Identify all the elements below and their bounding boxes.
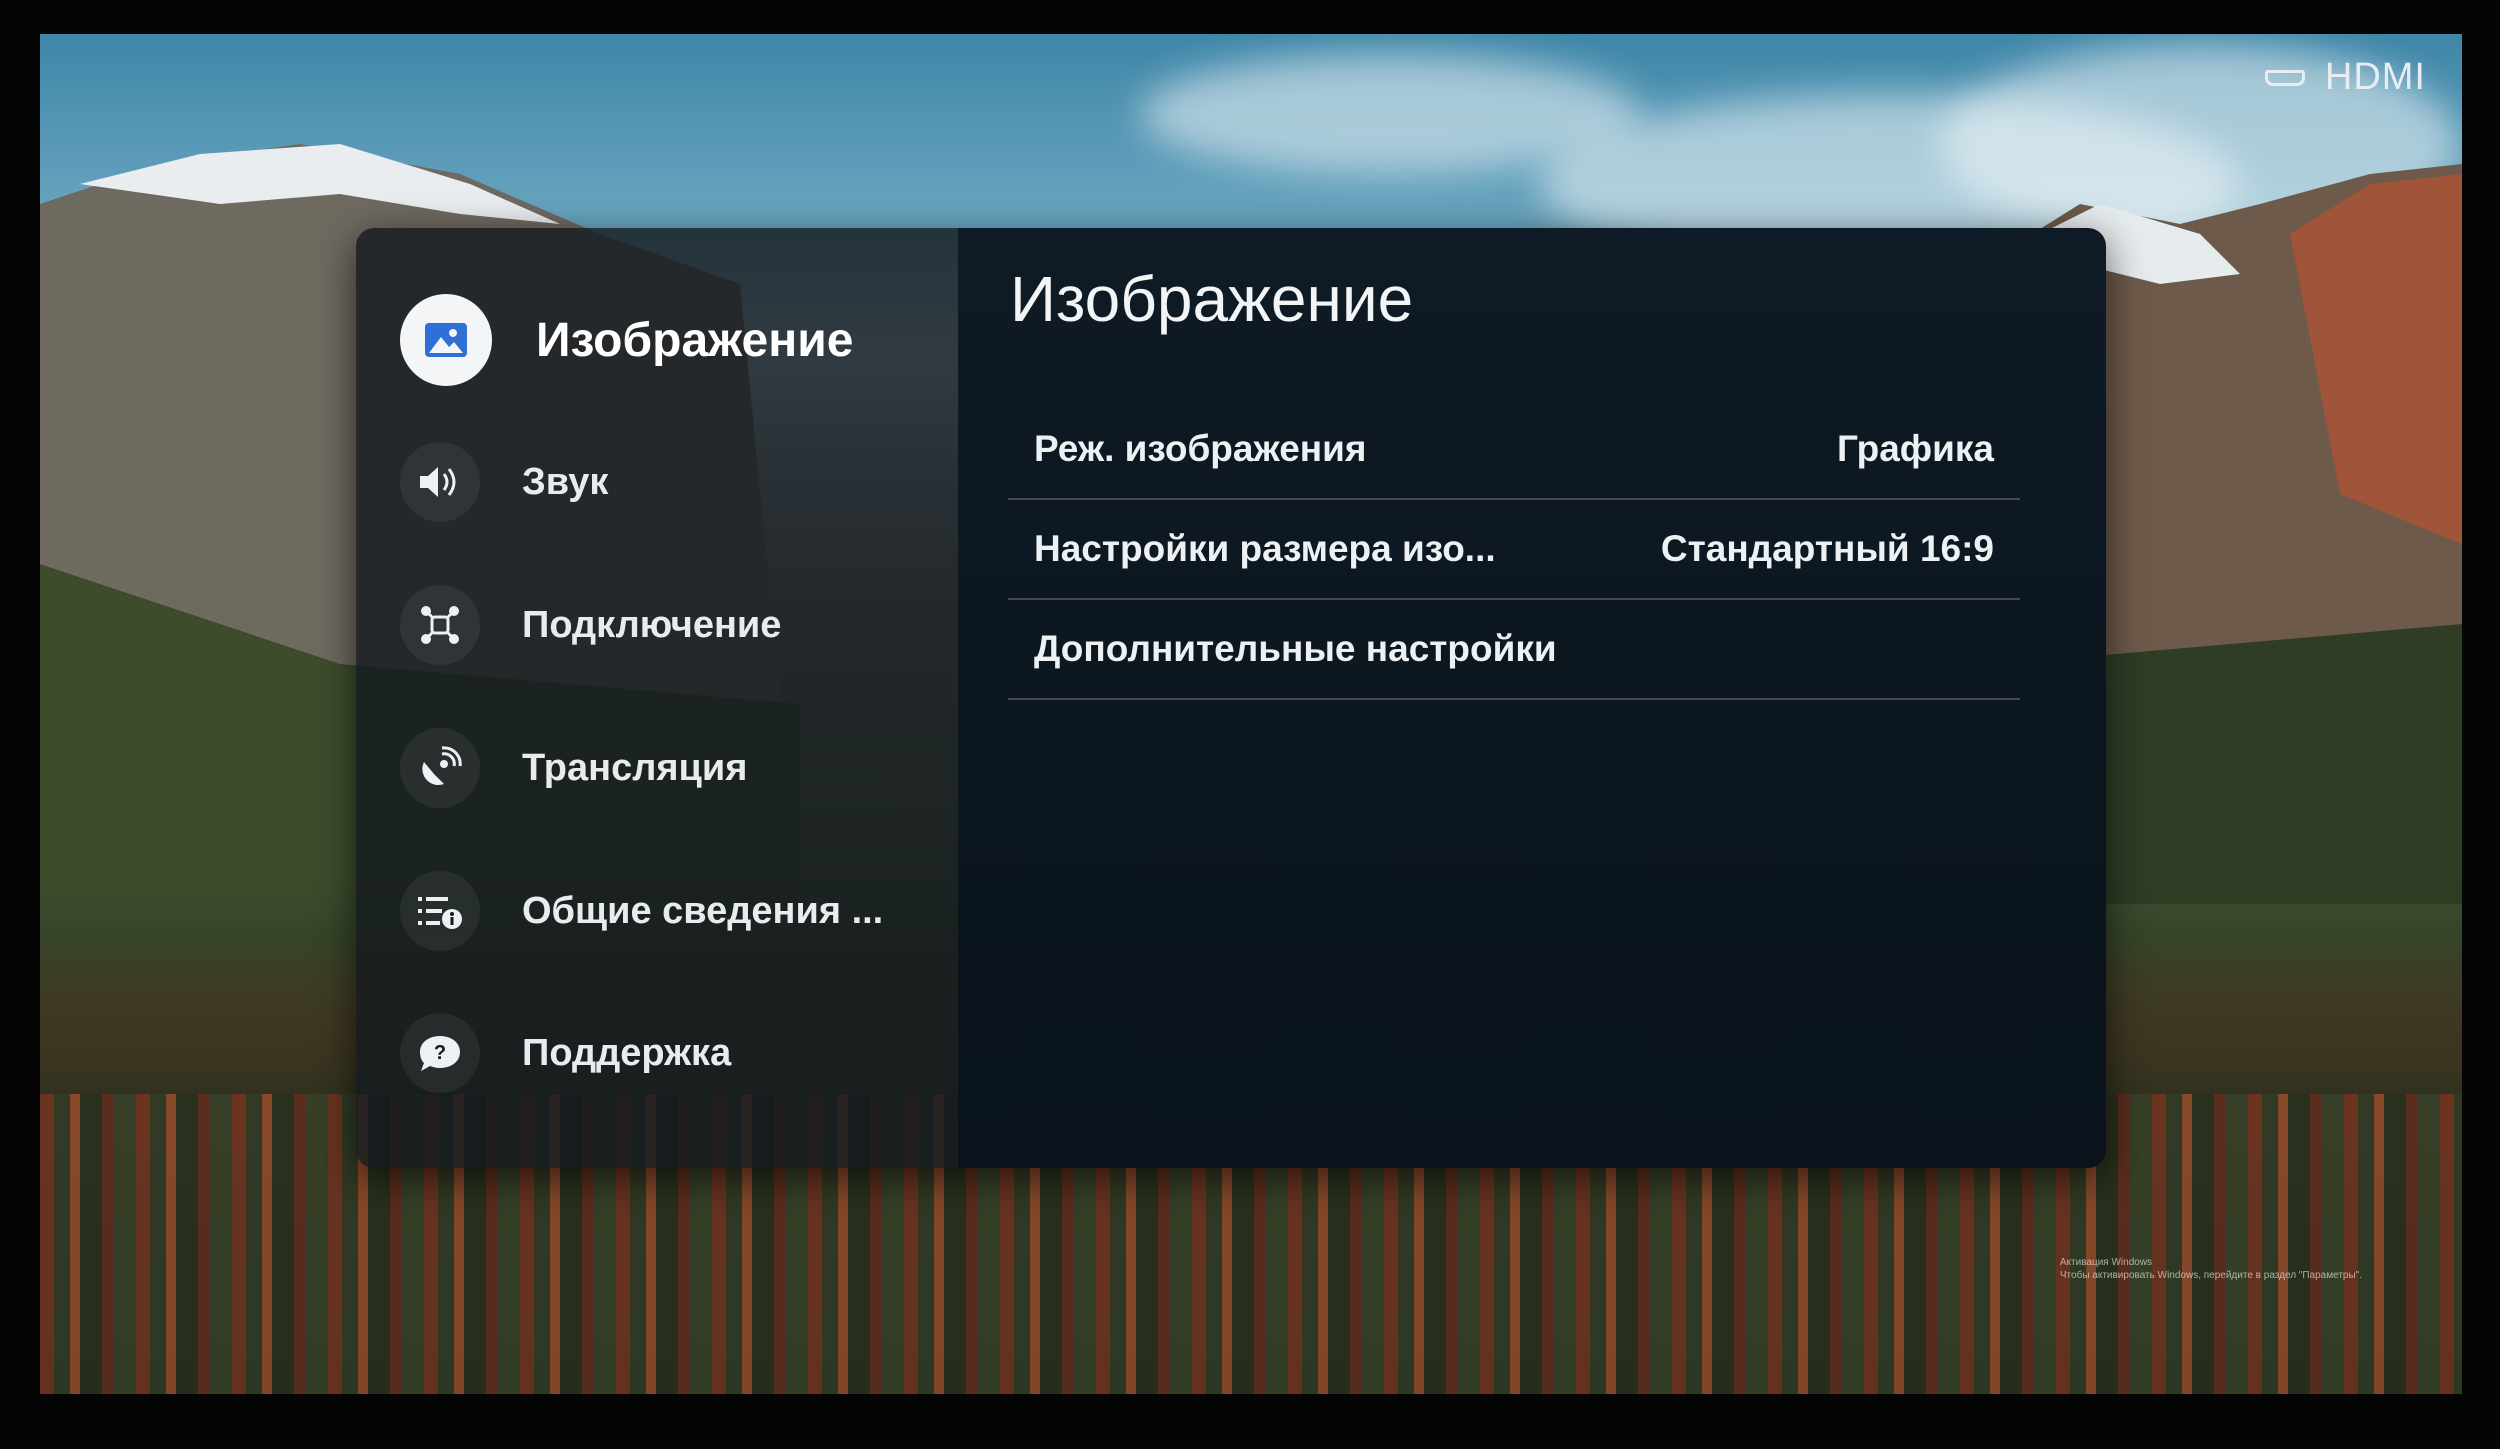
sidebar-item-connection[interactable]: Подключение bbox=[400, 577, 781, 673]
watermark-line: Активация Windows bbox=[2059, 1257, 2153, 1268]
watermark-line: Чтобы активировать Windows, перейдите в … bbox=[2059, 1270, 2362, 1281]
page-title: Изображение bbox=[1010, 263, 1414, 335]
setting-label: Дополнительные настройки bbox=[1034, 628, 1557, 669]
setting-label: Реж. изображения bbox=[1034, 428, 1367, 469]
sidebar-item-support[interactable]: ? Поддержка bbox=[400, 1005, 731, 1101]
sidebar-item-label: Поддержка bbox=[522, 1031, 732, 1074]
sidebar-item-sound[interactable]: Звук bbox=[400, 434, 608, 530]
setting-row-picture-size[interactable]: Настройки размера изо... Стандартный 16:… bbox=[1008, 500, 2020, 600]
sidebar-item-label: Звук bbox=[522, 460, 609, 503]
settings-content: Изображение Реж. изображения Графика Нас… bbox=[958, 228, 2106, 1168]
sidebar-item-label: Трансляция bbox=[522, 746, 748, 789]
general-info-icon bbox=[400, 871, 480, 951]
input-source-indicator: HDMI bbox=[2264, 56, 2426, 99]
sidebar-item-label: Подключение bbox=[522, 603, 782, 646]
setting-value: Стандартный 16:9 bbox=[1660, 528, 1994, 569]
picture-icon bbox=[400, 294, 492, 386]
sidebar-item-general-info[interactable]: Общие сведения ... bbox=[400, 863, 883, 959]
setting-value: Графика bbox=[1837, 428, 1994, 469]
input-source-label: HDMI bbox=[2324, 56, 2426, 98]
setting-label: Настройки размера изо... bbox=[1034, 528, 1496, 569]
sidebar-item-label: Общие сведения ... bbox=[522, 889, 884, 932]
connection-icon bbox=[400, 585, 480, 665]
svg-text:?: ? bbox=[434, 1042, 446, 1064]
setting-row-picture-mode[interactable]: Реж. изображения Графика bbox=[1008, 400, 2020, 500]
sidebar-item-broadcast[interactable]: Трансляция bbox=[400, 720, 747, 816]
setting-row-advanced[interactable]: Дополнительные настройки bbox=[1008, 600, 2020, 700]
sidebar-item-label: Изображение bbox=[536, 313, 854, 367]
settings-sidebar: Изображение Звук Подключение Трансляция … bbox=[356, 228, 958, 1168]
speaker-icon bbox=[400, 442, 480, 522]
broadcast-icon bbox=[400, 728, 480, 808]
hdmi-icon bbox=[2264, 69, 2305, 86]
windows-activation-watermark: Активация Windows Чтобы активировать Win… bbox=[2060, 1256, 2362, 1282]
sidebar-item-picture[interactable]: Изображение bbox=[400, 292, 853, 388]
settings-panel: Изображение Звук Подключение Трансляция … bbox=[356, 228, 2106, 1168]
support-icon: ? bbox=[400, 1013, 480, 1093]
